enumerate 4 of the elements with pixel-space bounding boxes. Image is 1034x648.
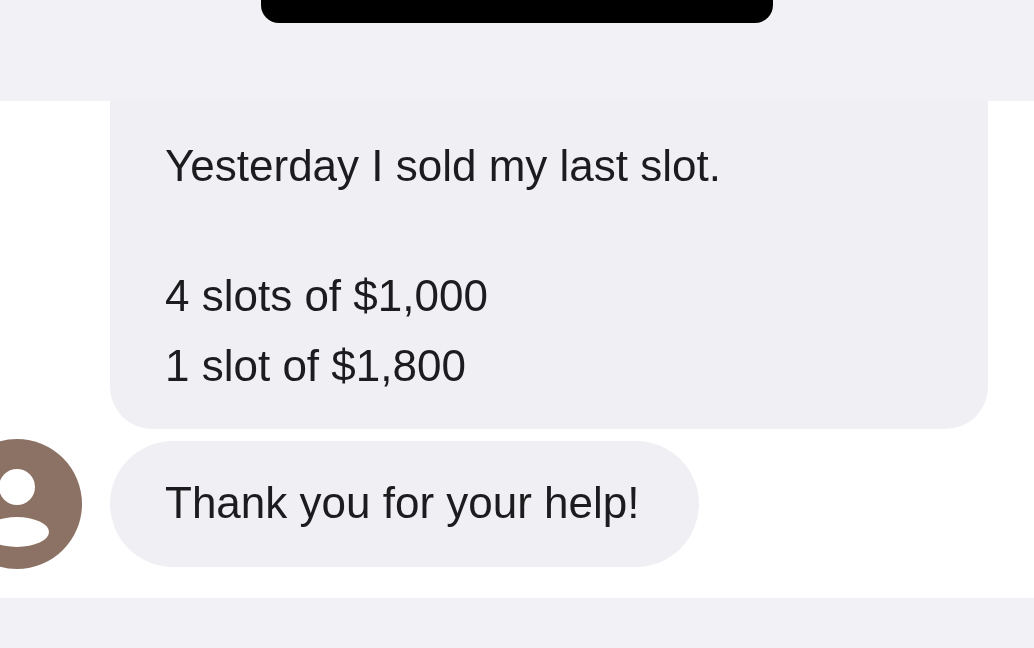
message-text: 1 slot of $1,800 [165, 340, 467, 392]
message-text: 4 slots of $1,000 [165, 270, 489, 322]
message-text: Thank you for your help! [165, 477, 640, 529]
message-text: Yesterday I sold my last slot. [165, 140, 722, 192]
